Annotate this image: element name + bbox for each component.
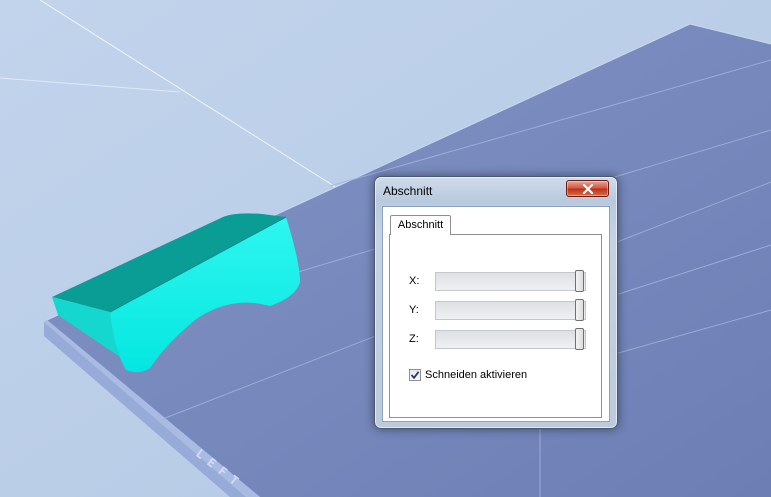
y-axis-label: Y: xyxy=(409,304,419,316)
close-button[interactable] xyxy=(566,180,609,197)
x-axis-label: X: xyxy=(409,275,420,287)
x-slider[interactable] xyxy=(435,270,586,292)
y-slider[interactable] xyxy=(435,299,586,321)
x-slider-thumb[interactable] xyxy=(575,270,584,292)
y-slider-thumb[interactable] xyxy=(575,299,584,321)
enable-cut-label: Schneiden aktivieren xyxy=(425,369,528,381)
checkmark-icon xyxy=(410,371,420,380)
z-axis-label: Z: xyxy=(409,333,419,345)
dialog-client-area: Abschnitt X: Y: Z: Schneiden aktivieren xyxy=(382,206,610,422)
z-slider-thumb[interactable] xyxy=(575,328,584,350)
enable-cut-checkbox-row[interactable]: Schneiden aktivieren xyxy=(409,368,527,382)
z-slider-track[interactable] xyxy=(435,330,586,349)
dialog-title: Abschnitt xyxy=(383,184,433,198)
tab-panel: X: Y: Z: Schneiden aktivieren xyxy=(389,234,602,418)
tab-abschnitt[interactable]: Abschnitt xyxy=(390,215,451,235)
x-slider-track[interactable] xyxy=(435,272,586,291)
section-dialog: Abschnitt Abschnitt X: Y: Z: Schneiden a… xyxy=(374,176,618,429)
close-icon xyxy=(582,183,593,194)
enable-cut-checkbox[interactable] xyxy=(409,369,421,381)
y-slider-track[interactable] xyxy=(435,301,586,320)
z-slider[interactable] xyxy=(435,328,586,350)
